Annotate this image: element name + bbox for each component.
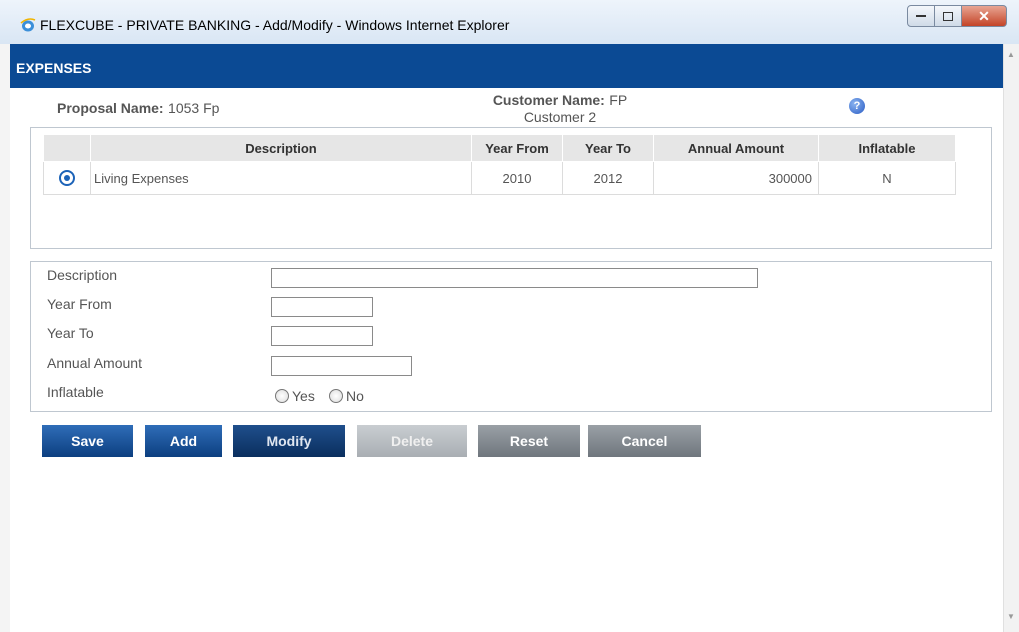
description-label: Description [47, 267, 118, 283]
expense-form: Description Year From Year To Annual Amo… [30, 261, 992, 412]
window-controls: ✕ [907, 5, 1007, 27]
maximize-icon [943, 11, 953, 21]
table-header-row: Description Year From Year To Annual Amo… [43, 134, 956, 162]
delete-button: Delete [357, 425, 467, 457]
annual-amount-label: Annual Amount [47, 355, 142, 371]
cell-year-from: 2010 [471, 161, 563, 195]
year-to-input[interactable] [271, 326, 373, 346]
customer-info: Customer Name: FP Customer 2 [470, 92, 650, 126]
inflatable-label: Inflatable [47, 384, 104, 400]
section-title: EXPENSES [16, 60, 92, 76]
customer-value-second: Customer 2 [523, 109, 597, 125]
column-header-annual-amount: Annual Amount [653, 134, 819, 162]
column-header-year-to: Year To [562, 134, 654, 162]
column-header-year-from: Year From [471, 134, 563, 162]
section-header: EXPENSES [10, 44, 1003, 88]
minimize-icon [916, 15, 926, 17]
year-from-input[interactable] [271, 297, 373, 317]
vertical-scrollbar[interactable]: ▲ ▼ [1003, 44, 1019, 632]
inflatable-yes-option[interactable]: Yes [275, 388, 315, 404]
proposal-info: Proposal Name: 1053 Fp [57, 100, 219, 118]
cancel-button[interactable]: Cancel [588, 425, 701, 457]
add-button[interactable]: Add [145, 425, 222, 457]
help-icon[interactable]: ? [849, 98, 865, 114]
browser-window: FLEXCUBE - PRIVATE BANKING - Add/Modify … [0, 0, 1019, 632]
cell-description: Living Expenses [90, 161, 472, 195]
expenses-table: Description Year From Year To Annual Amo… [43, 134, 956, 195]
table-row[interactable]: Living Expenses 2010 2012 300000 N [43, 161, 956, 195]
minimize-button[interactable] [907, 5, 935, 27]
no-radio[interactable] [329, 389, 343, 403]
scroll-up-icon[interactable]: ▲ [1007, 50, 1015, 59]
proposal-value: 1053 Fp [168, 100, 220, 116]
window-title: FLEXCUBE - PRIVATE BANKING - Add/Modify … [40, 17, 510, 33]
save-button[interactable]: Save [42, 425, 133, 457]
title-bar: FLEXCUBE - PRIVATE BANKING - Add/Modify … [0, 0, 1019, 44]
left-edge [0, 44, 10, 632]
reset-button[interactable]: Reset [478, 425, 580, 457]
scroll-down-icon[interactable]: ▼ [1007, 612, 1015, 621]
cell-inflatable: N [818, 161, 956, 195]
row-selected-radio[interactable] [59, 170, 75, 187]
description-input[interactable] [271, 268, 758, 288]
column-header-inflatable: Inflatable [818, 134, 956, 162]
close-button[interactable]: ✕ [962, 5, 1007, 27]
cell-annual-amount: 300000 [653, 161, 819, 195]
column-header-description: Description [90, 134, 472, 162]
proposal-label: Proposal Name: [57, 100, 164, 116]
select-column-header [43, 134, 91, 162]
year-from-label: Year From [47, 296, 112, 312]
yes-radio[interactable] [275, 389, 289, 403]
ie-icon [20, 18, 36, 32]
year-to-label: Year To [47, 325, 94, 341]
modify-button[interactable]: Modify [233, 425, 345, 457]
customer-label: Customer Name: [492, 92, 605, 108]
maximize-button[interactable] [935, 5, 962, 27]
no-label: No [346, 388, 364, 404]
annual-amount-input[interactable] [271, 356, 412, 376]
yes-label: Yes [292, 388, 315, 404]
cell-year-to: 2012 [562, 161, 654, 195]
expenses-grid-panel: Description Year From Year To Annual Amo… [30, 127, 992, 249]
row-select-cell[interactable] [43, 161, 91, 195]
customer-value-first: FP [609, 92, 628, 108]
inflatable-no-option[interactable]: No [329, 388, 364, 404]
close-icon: ✕ [978, 7, 990, 24]
